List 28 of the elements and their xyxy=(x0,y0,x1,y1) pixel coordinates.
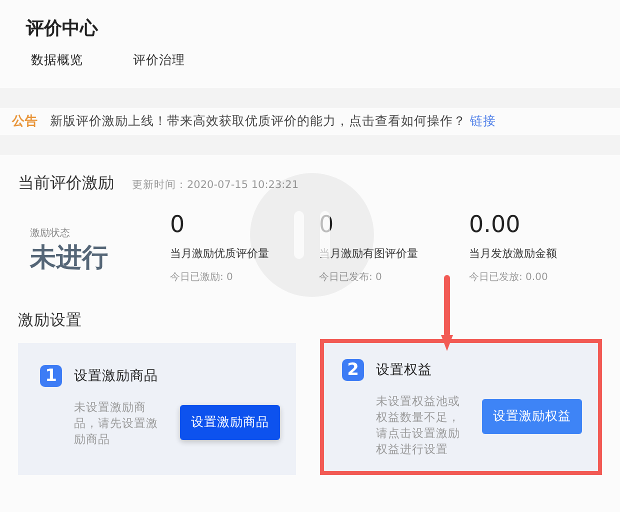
section-title: 激励设置 xyxy=(18,310,82,331)
stat-value: 0 xyxy=(170,212,185,238)
step-description: 未设置权益池或权益数量不足，请点击设置激励权益进行设置 xyxy=(376,393,461,457)
tab[interactable]: 评价治理 xyxy=(133,52,185,69)
step-button[interactable]: 设置激励权益 xyxy=(482,399,582,434)
section-title: 当前评价激励 xyxy=(18,173,114,194)
notice-text: 新版评价激励上线！带来高效获取优质评价的能力，点击查看如何操作？ xyxy=(50,113,466,130)
step-description: 未设置激励商品，请先设置激励商品 xyxy=(74,399,159,447)
status-label: 激励状态 xyxy=(30,226,70,240)
stat-label: 当月发放激励金额 xyxy=(469,246,557,261)
stat-label: 当月激励有图评价量 xyxy=(319,246,418,261)
stat-subtext: 今日已发放: 0.00 xyxy=(469,271,548,284)
notice-tag: 公告 xyxy=(12,113,38,130)
stat-subtext: 今日已激励: 0 xyxy=(170,271,233,284)
stat-label: 当月激励优质评价量 xyxy=(170,246,269,261)
step-number: 1 xyxy=(40,365,62,387)
step-button[interactable]: 设置激励商品 xyxy=(180,405,280,440)
tab[interactable]: 数据概览 xyxy=(31,52,83,69)
notice-link[interactable]: 链接 xyxy=(470,113,496,130)
step-title: 设置激励商品 xyxy=(74,367,158,385)
stat-value: 0 xyxy=(319,212,334,238)
page-title: 评价中心 xyxy=(26,17,98,40)
step-title: 设置权益 xyxy=(376,361,432,379)
update-time: 更新时间：2020-07-15 10:23:21 xyxy=(132,178,299,192)
step-number: 2 xyxy=(342,359,364,381)
stat-subtext: 今日已发布: 0 xyxy=(319,271,382,284)
status-value: 未进行 xyxy=(30,242,108,275)
stat-value: 0.00 xyxy=(469,212,520,238)
